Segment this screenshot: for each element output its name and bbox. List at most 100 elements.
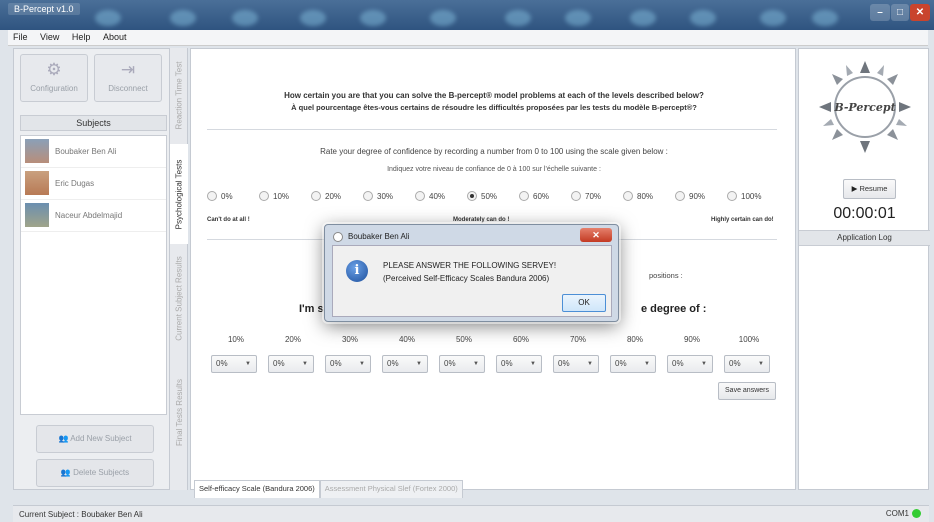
radio-90[interactable]: 90% xyxy=(675,191,705,201)
status-bar: Current Subject : Boubaker Ben Ali COM1 xyxy=(13,505,929,522)
radio-40[interactable]: 40% xyxy=(415,191,445,201)
menu-bar: File View Help About xyxy=(8,30,928,46)
tab-reaction-time[interactable]: Reaction Time Test xyxy=(170,52,188,138)
window-titlebar: B-Percept v1.0 – □ ✕ xyxy=(0,0,934,30)
add-subject-button[interactable]: 👥 Add New Subject xyxy=(36,425,154,453)
gear-icon: ⚙ xyxy=(46,60,62,79)
delete-user-icon: 👥 xyxy=(60,468,74,477)
subject-item[interactable]: Eric Dugas xyxy=(21,168,166,200)
divider xyxy=(207,129,777,130)
vertical-tabs: Reaction Time Test Psychological Tests C… xyxy=(170,48,188,490)
tab-final-tests-results[interactable]: Final Tests Results xyxy=(170,370,188,454)
menu-help[interactable]: Help xyxy=(67,30,96,44)
radio-50[interactable]: 50% xyxy=(467,191,497,201)
radio-70[interactable]: 70% xyxy=(571,191,601,201)
level-label: 30% xyxy=(341,335,358,344)
chevron-down-icon: ▼ xyxy=(359,361,365,367)
connection-status-icon xyxy=(912,509,921,518)
bottom-tabs: Self-efficacy Scale (Bandura 2006) Asses… xyxy=(194,480,463,498)
dialog-message: PLEASE ANSWER THE FOLLOWING SERVEY! xyxy=(383,261,557,270)
info-icon: i xyxy=(346,260,368,282)
resume-button[interactable]: ▶ Resume xyxy=(843,179,896,199)
scale-low-label: Can't do at all ! xyxy=(207,217,250,223)
configuration-button[interactable]: ⚙ Configuration xyxy=(20,54,88,102)
level-select[interactable]: 0% ▼ xyxy=(382,355,428,373)
svg-text:B-Percept: B-Percept xyxy=(833,101,895,114)
chevron-down-icon: ▼ xyxy=(644,361,650,367)
radio-30[interactable]: 30% xyxy=(363,191,393,201)
menu-file[interactable]: File xyxy=(8,30,33,44)
level-select[interactable]: 0% ▼ xyxy=(724,355,770,373)
level-select[interactable]: 0% ▼ xyxy=(610,355,656,373)
subjects-header: Subjects xyxy=(20,115,167,131)
level-select[interactable]: 0% ▼ xyxy=(211,355,257,373)
level-label: 90% xyxy=(683,335,700,344)
ok-button[interactable]: OK xyxy=(562,294,606,312)
tab-current-subject-results[interactable]: Current Subject Results xyxy=(170,248,188,348)
level-select[interactable]: 0% ▼ xyxy=(439,355,485,373)
subjects-list[interactable]: Boubaker Ben Ali Eric Dugas Naceur Abdel… xyxy=(20,135,167,415)
tab-self-efficacy[interactable]: Self-efficacy Scale (Bandura 2006) xyxy=(194,480,320,498)
dialog-submessage: (Perceived Self-Efficacy Scales Bandura … xyxy=(383,274,550,283)
port-status: COM1 xyxy=(886,509,921,518)
radio-20[interactable]: 20% xyxy=(311,191,341,201)
radio-60[interactable]: 60% xyxy=(519,191,549,201)
window-title: B-Percept v1.0 xyxy=(8,3,80,15)
dialog-title: Boubaker Ben Ali xyxy=(333,229,409,245)
minimize-button[interactable]: – xyxy=(870,4,890,21)
degree-of-text: e degree of : xyxy=(641,303,707,315)
tab-psychological-tests[interactable]: Psychological Tests xyxy=(170,144,188,244)
level-label: 20% xyxy=(284,335,301,344)
chevron-down-icon: ▼ xyxy=(758,361,764,367)
disconnect-icon: ⇥ xyxy=(120,60,136,79)
level-select[interactable]: 0% ▼ xyxy=(268,355,314,373)
level-label: 50% xyxy=(455,335,472,344)
delete-subjects-button[interactable]: 👥 Delete Subjects xyxy=(36,459,154,487)
chevron-down-icon: ▼ xyxy=(473,361,479,367)
chevron-down-icon: ▼ xyxy=(416,361,422,367)
subject-item[interactable]: Naceur Abdelmajid xyxy=(21,200,166,232)
close-button[interactable]: ✕ xyxy=(910,4,930,21)
question-fr: À quel pourcentage êtes-vous certains de… xyxy=(291,103,697,112)
positions-label: positions : xyxy=(649,271,683,280)
save-answers-button[interactable]: Save answers xyxy=(718,382,776,400)
level-label: 80% xyxy=(626,335,643,344)
radio-10[interactable]: 10% xyxy=(259,191,289,201)
chevron-down-icon: ▼ xyxy=(587,361,593,367)
level-label: 60% xyxy=(512,335,529,344)
maximize-button[interactable]: □ xyxy=(891,4,909,21)
level-select[interactable]: 0% ▼ xyxy=(496,355,542,373)
avatar xyxy=(25,203,49,227)
rating-instruction-fr: Indiquez votre niveau de confiance de 0 … xyxy=(387,166,601,173)
question-en: How certain you are that you can solve t… xyxy=(284,91,704,100)
chevron-down-icon: ▼ xyxy=(701,361,707,367)
radio-80[interactable]: 80% xyxy=(623,191,653,201)
menu-view[interactable]: View xyxy=(35,30,64,44)
avatar xyxy=(25,171,49,195)
disconnect-button[interactable]: ⇥ Disconnect xyxy=(94,54,162,102)
dialog-close-button[interactable]: ✕ xyxy=(580,228,612,242)
level-select[interactable]: 0% ▼ xyxy=(553,355,599,373)
level-select[interactable]: 0% ▼ xyxy=(325,355,371,373)
level-label: 100% xyxy=(738,335,760,344)
message-dialog: Boubaker Ben Ali ✕ i PLEASE ANSWER THE F… xyxy=(324,224,619,322)
menu-about[interactable]: About xyxy=(98,30,132,44)
subject-item[interactable]: Boubaker Ben Ali xyxy=(21,136,166,168)
level-label: 70% xyxy=(569,335,586,344)
b-percept-logo: B-Percept xyxy=(819,61,911,153)
add-user-icon: 👥 xyxy=(58,434,71,443)
radio-0[interactable]: 0% xyxy=(207,191,233,201)
chevron-down-icon: ▼ xyxy=(245,361,251,367)
application-log-header: Application Log xyxy=(799,230,930,246)
timer: 00:00:01 xyxy=(833,205,896,222)
tab-assessment-physical[interactable]: Assessment Physical Slef (Fortex 2000) xyxy=(319,480,463,498)
chevron-down-icon: ▼ xyxy=(530,361,536,367)
current-subject-status: Current Subject : Boubaker Ben Ali xyxy=(19,510,143,519)
level-select[interactable]: 0% ▼ xyxy=(667,355,713,373)
left-panel: ⚙ Configuration ⇥ Disconnect Subjects Bo… xyxy=(13,48,170,490)
scale-high-label: Highly certain can do! xyxy=(711,217,774,223)
radio-100[interactable]: 100% xyxy=(727,191,761,201)
scale-mid-label: Moderately can do ! xyxy=(453,217,510,223)
right-panel: B-Percept ▶ Resume 00:00:01 Application … xyxy=(798,48,930,490)
dialog-body: i PLEASE ANSWER THE FOLLOWING SERVEY! (P… xyxy=(332,245,612,317)
